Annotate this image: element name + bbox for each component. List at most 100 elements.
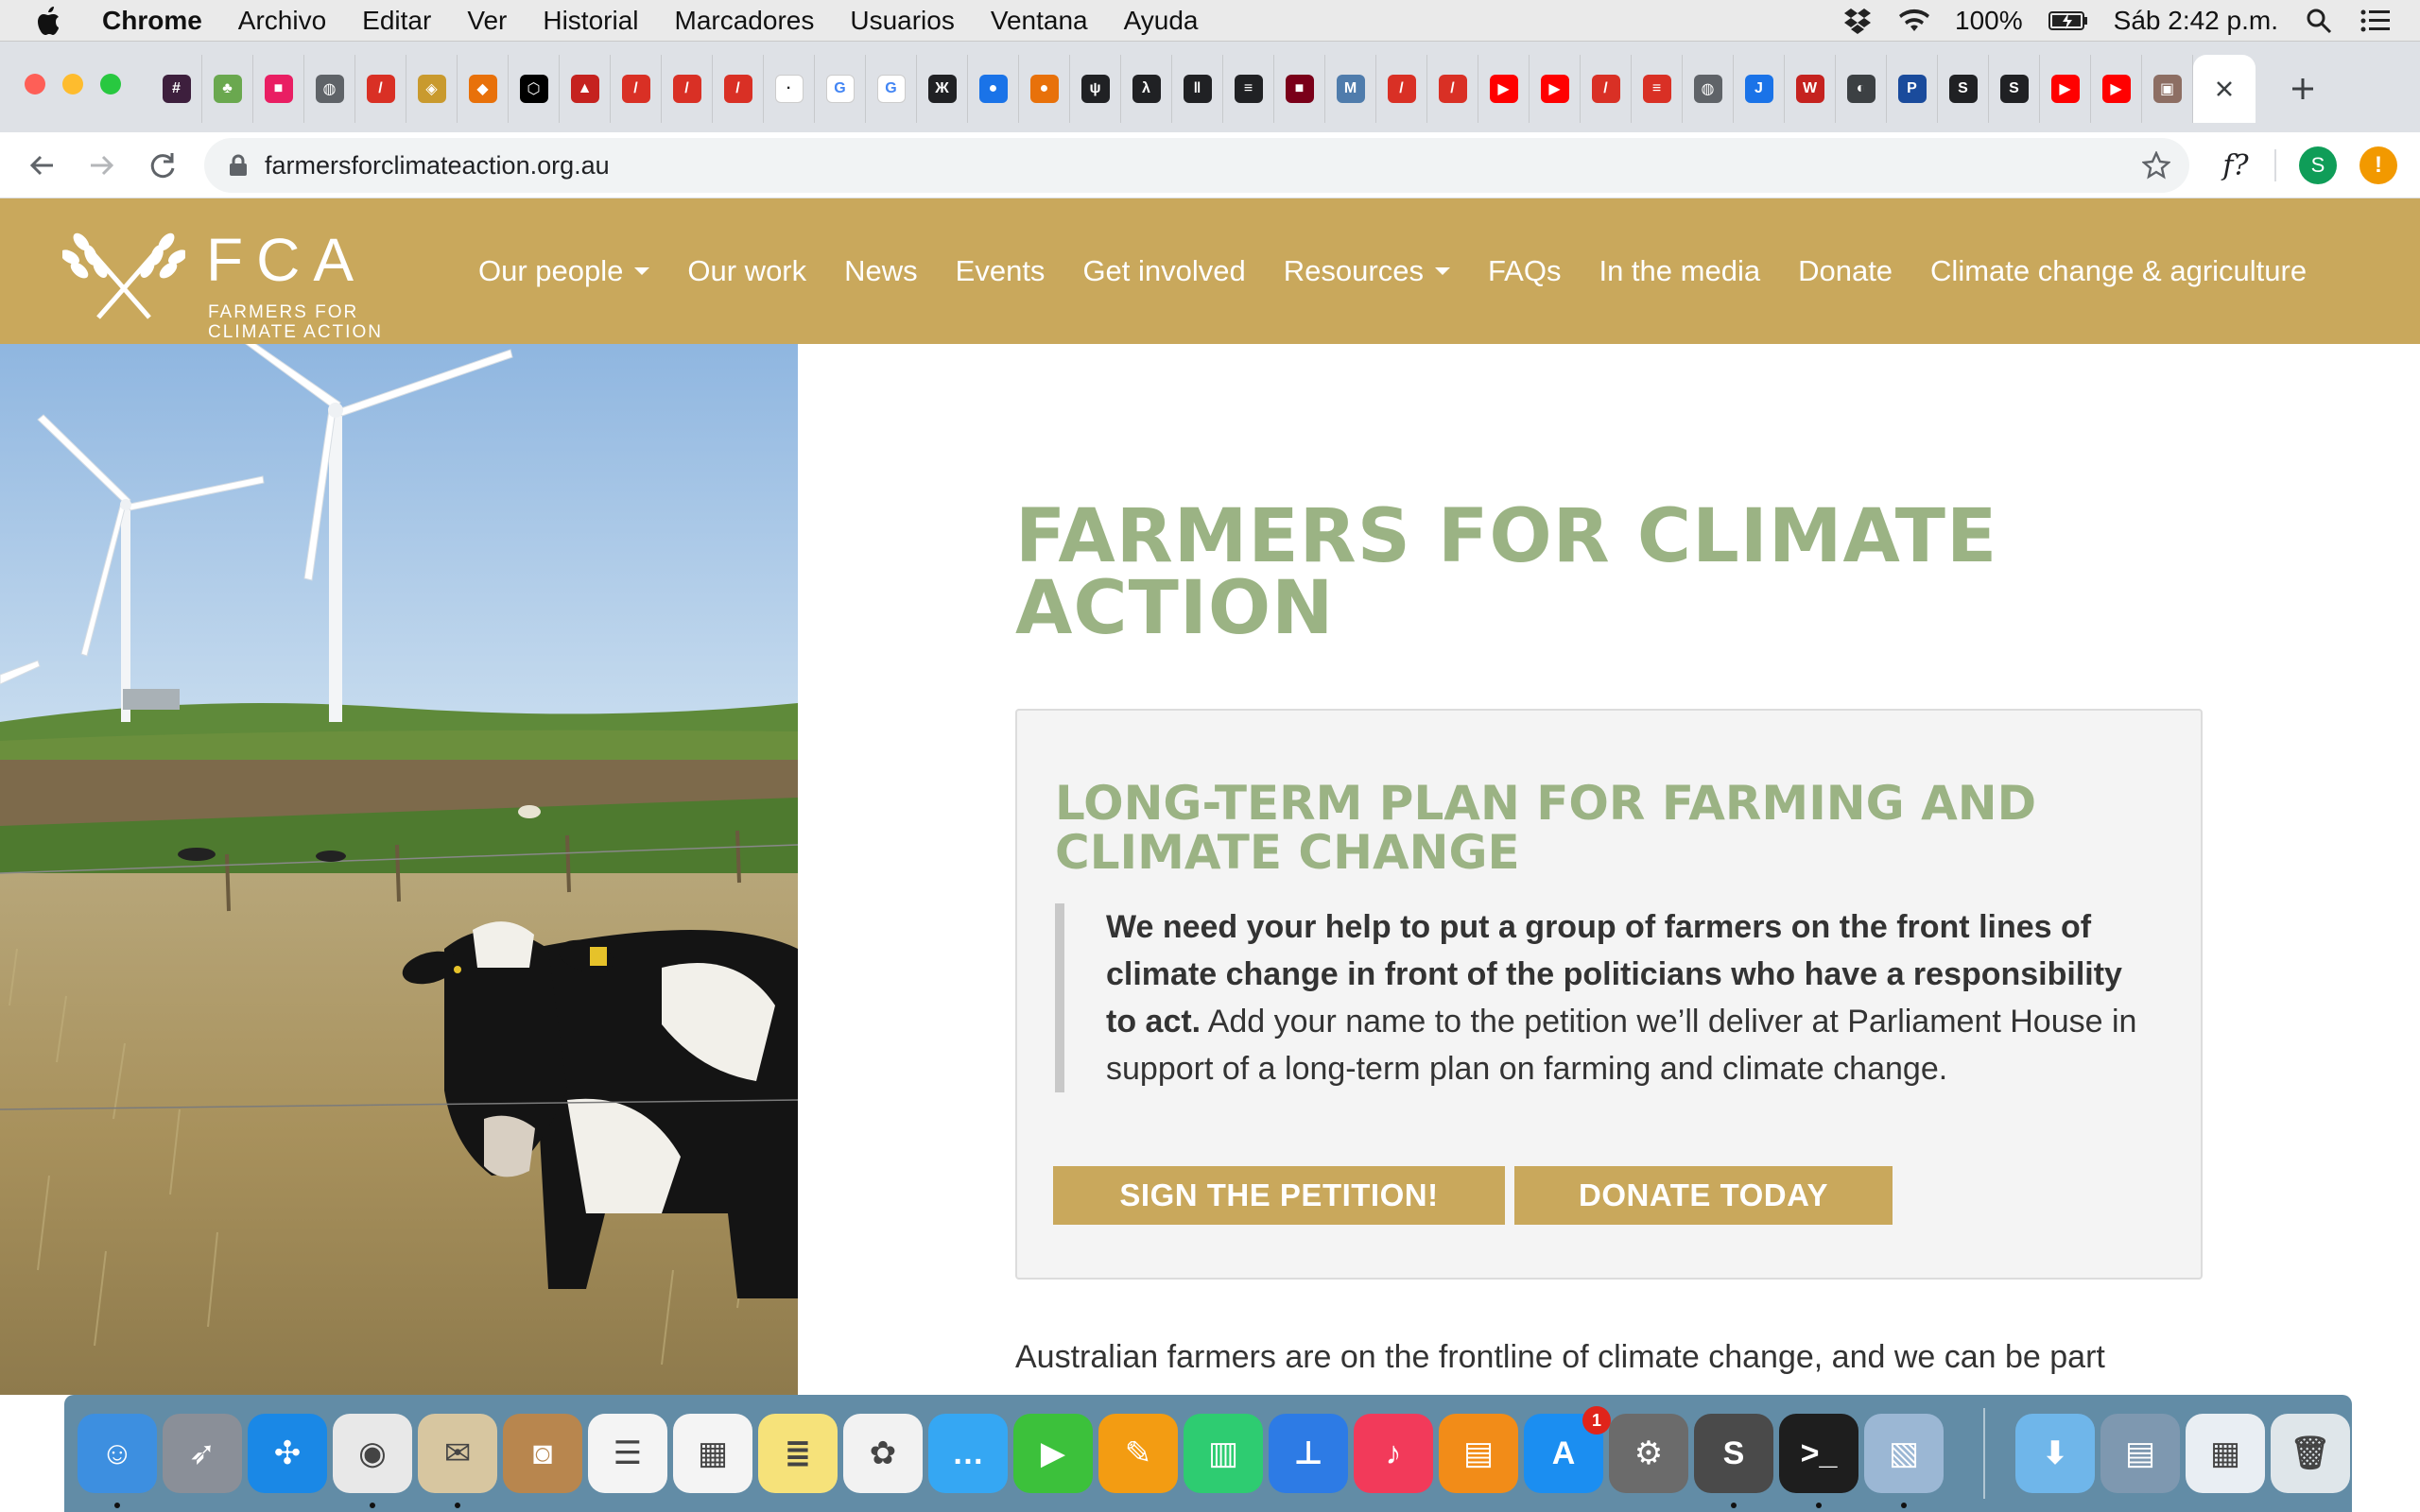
menu-ventana[interactable]: Ventana [991, 6, 1088, 36]
pinned-tab-hand[interactable]: ψ [1070, 55, 1121, 123]
pinned-tab-slash-red-4[interactable]: / [713, 55, 764, 123]
menu-ayuda[interactable]: Ayuda [1124, 6, 1199, 36]
pinned-tab-youtube-3[interactable]: ▶ [2040, 55, 2091, 123]
sign-petition-button[interactable]: SIGN THE PETITION! [1053, 1166, 1505, 1225]
formula-extension-button[interactable]: f? [2212, 146, 2259, 184]
pinned-tab-blue-j[interactable]: J [1734, 55, 1785, 123]
donate-today-button[interactable]: DONATE TODAY [1514, 1166, 1893, 1225]
pages-dock-icon[interactable]: ✎ [1098, 1414, 1178, 1493]
pinned-tab-google-2[interactable]: G [866, 55, 917, 123]
pinned-tab-s-hex[interactable]: S [1938, 55, 1989, 123]
nav-events[interactable]: Events [956, 254, 1046, 288]
pinned-tab-walker[interactable]: λ [1121, 55, 1172, 123]
pinned-tab-w-red[interactable]: W [1785, 55, 1836, 123]
nav-in-the-media[interactable]: In the media [1599, 254, 1760, 288]
calendar-dock-icon[interactable]: ▦ [673, 1414, 752, 1493]
new-tab-button[interactable] [2278, 64, 2327, 113]
pinned-tab-google[interactable]: G [815, 55, 866, 123]
pinned-tab-slash-red[interactable]: / [355, 55, 406, 123]
pinned-tab-youtube-4[interactable]: ▶ [2091, 55, 2142, 123]
pinned-tab-tiger[interactable]: ◆ [458, 55, 509, 123]
keynote-dock-icon[interactable]: ⊥ [1269, 1414, 1348, 1493]
profile-avatar[interactable]: S [2299, 146, 2337, 184]
menu-clock[interactable]: Sáb 2:42 p.m. [2114, 6, 2278, 36]
forward-button[interactable] [81, 145, 123, 186]
pinned-tab-slack[interactable]: # [151, 55, 202, 123]
pinned-tab-green-people[interactable]: ♣ [202, 55, 253, 123]
pinned-tab-slash-red-3[interactable]: / [662, 55, 713, 123]
launchpad-dock-icon[interactable]: ➶ [163, 1414, 242, 1493]
desktop-stack-dock-icon[interactable]: ▤ [2100, 1414, 2180, 1493]
nav-donate[interactable]: Donate [1798, 254, 1893, 288]
nav-get-involved[interactable]: Get involved [1082, 254, 1245, 288]
pinned-tab-circle-orange[interactable]: ● [1019, 55, 1070, 123]
facetime-dock-icon[interactable]: ▶ [1013, 1414, 1093, 1493]
bookmark-star-icon[interactable] [2136, 146, 2176, 185]
reload-button[interactable] [142, 145, 183, 186]
nav-climate-change-agriculture[interactable]: Climate change & agriculture [1930, 254, 2307, 288]
minimize-window-button[interactable] [62, 74, 83, 94]
contacts-dock-icon[interactable]: ◙ [503, 1414, 582, 1493]
pinned-tab-barcode[interactable]: ‖ [1172, 55, 1223, 123]
nav-news[interactable]: News [844, 254, 918, 288]
notes-dock-icon[interactable]: ≣ [758, 1414, 838, 1493]
pinned-tab-youtube-2[interactable]: ▶ [1530, 55, 1581, 123]
pinned-tab-triangle[interactable]: ▲ [560, 55, 611, 123]
pinned-tab-slash-t[interactable]: / [1376, 55, 1427, 123]
screenshot-stack-dock-icon[interactable]: ▦ [2186, 1414, 2265, 1493]
finder-dock-icon[interactable]: ☺ [78, 1414, 157, 1493]
menu-archivo[interactable]: Archivo [238, 6, 326, 36]
update-alert-icon[interactable]: ! [2360, 146, 2397, 184]
pinned-tab-lines[interactable]: ≡ [1223, 55, 1274, 123]
downloads-folder-dock-icon[interactable]: ⬇ [2015, 1414, 2095, 1493]
preview-dock-icon[interactable]: ▧ [1864, 1414, 1944, 1493]
reminders-dock-icon[interactable]: ☰ [588, 1414, 667, 1493]
trash-dock-icon[interactable]: 🗑 [2271, 1414, 2350, 1493]
nav-our-people[interactable]: Our people [478, 254, 650, 288]
address-bar[interactable]: farmersforclimateaction.org.au [204, 138, 2189, 193]
chrome-dock-icon[interactable]: ◉ [333, 1414, 412, 1493]
pinned-tab-codepen[interactable]: ⬡ [509, 55, 560, 123]
pinned-tab-dark-square[interactable]: ■ [1274, 55, 1325, 123]
pinned-tab-tree[interactable]: Ж [917, 55, 968, 123]
pinned-tab-globe[interactable]: ◍ [304, 55, 355, 123]
notification-center-icon[interactable] [2360, 5, 2392, 37]
pinned-tab-ptc[interactable]: P [1887, 55, 1938, 123]
menu-app-name[interactable]: Chrome [102, 6, 202, 36]
nav-our-work[interactable]: Our work [687, 254, 806, 288]
photos-dock-icon[interactable]: ✿ [843, 1414, 923, 1493]
menu-usuarios[interactable]: Usuarios [850, 6, 954, 36]
spotlight-search-icon[interactable] [2303, 5, 2335, 37]
active-tab[interactable] [2193, 55, 2256, 123]
pinned-tab-badge[interactable]: ◈ [406, 55, 458, 123]
terminal-dock-icon[interactable]: >_ [1779, 1414, 1858, 1493]
menu-historial[interactable]: Historial [543, 6, 638, 36]
safari-dock-icon[interactable]: ✣ [248, 1414, 327, 1493]
pinned-tab-square[interactable]: · [764, 55, 815, 123]
pinned-tab-drop[interactable]: ● [968, 55, 1019, 123]
back-button[interactable] [21, 145, 62, 186]
apple-menu-icon[interactable] [36, 6, 74, 35]
mail-preview-dock-icon[interactable]: ✉ [418, 1414, 497, 1493]
fca-logo[interactable]: FCA FARMERS FOR CLIMATE ACTION [62, 221, 384, 342]
menu-marcadores[interactable]: Marcadores [675, 6, 815, 36]
menu-ver[interactable]: Ver [467, 6, 507, 36]
zoom-window-button[interactable] [100, 74, 121, 94]
pinned-tab-slash-red-2[interactable]: / [611, 55, 662, 123]
nav-faqs[interactable]: FAQs [1488, 254, 1562, 288]
system-preferences-dock-icon[interactable]: ⚙ [1609, 1414, 1688, 1493]
pinned-tab-shield-pink[interactable]: ■ [253, 55, 304, 123]
menu-editar[interactable]: Editar [362, 6, 431, 36]
music-dock-icon[interactable]: ♪ [1354, 1414, 1433, 1493]
numbers-dock-icon[interactable]: ▥ [1184, 1414, 1263, 1493]
pinned-tab-mdb[interactable]: M [1325, 55, 1376, 123]
pinned-tab-flag-red[interactable]: ≡ [1632, 55, 1683, 123]
books-dock-icon[interactable]: ▤ [1439, 1414, 1518, 1493]
pinned-tab-ghost[interactable]: ◐ [1836, 55, 1887, 123]
sublime-text-dock-icon[interactable]: S [1694, 1414, 1773, 1493]
pinned-tab-slash-t-2[interactable]: / [1427, 55, 1478, 123]
pinned-tab-s-hex-2[interactable]: S [1989, 55, 2040, 123]
lock-icon[interactable] [225, 152, 251, 179]
dropbox-icon[interactable] [1841, 5, 1874, 37]
close-tab-icon[interactable] [2214, 78, 2235, 99]
